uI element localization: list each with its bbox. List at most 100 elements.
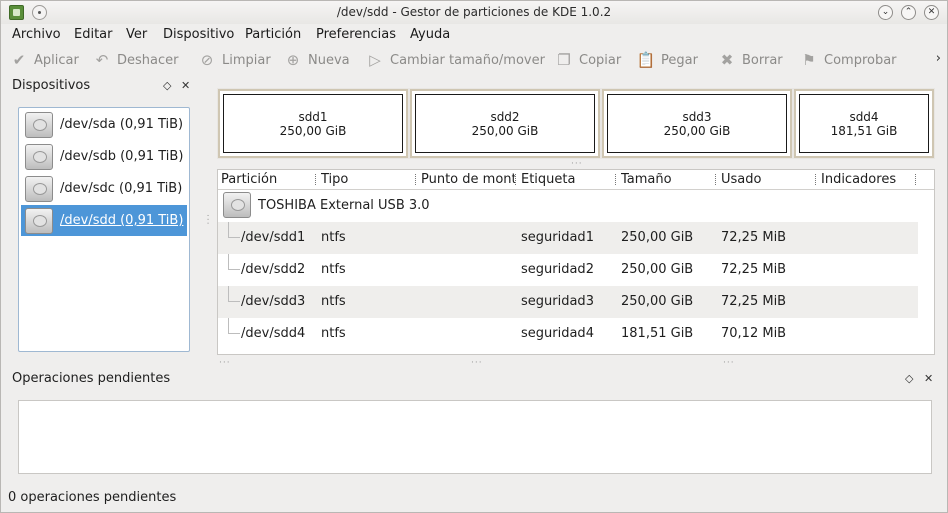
undo-label: Deshacer <box>117 52 179 68</box>
delete-label: Borrar <box>742 52 783 68</box>
cell-type: ntfs <box>321 262 346 277</box>
menu-preferencias[interactable]: Preferencias <box>316 27 396 42</box>
new-label: Nueva <box>308 52 350 68</box>
column-separator[interactable] <box>315 174 317 185</box>
toolbar: ✔ Aplicar ↶ Deshacer ⊘ Limpiar ⊕ Nueva ▷… <box>1 46 947 73</box>
menu-ayuda[interactable]: Ayuda <box>410 27 450 42</box>
cell-type: ntfs <box>321 294 346 309</box>
minimize-button[interactable]: ⌄ <box>878 5 893 20</box>
column-header-tipo[interactable]: Tipo <box>321 172 415 187</box>
column-separator[interactable] <box>615 174 617 185</box>
tree-branch-line <box>228 222 240 238</box>
chevron-down-icon: ⌄ <box>881 7 890 17</box>
cell-partition: /dev/sdd4 <box>241 326 306 341</box>
clear-label: Limpiar <box>222 52 271 68</box>
device-list[interactable]: /dev/sda (0,91 TiB) /dev/sdb (0,91 TiB) … <box>18 107 190 352</box>
harddisk-icon <box>25 143 53 170</box>
partition-block-size: 250,00 GiB <box>471 123 539 138</box>
column-separator[interactable] <box>915 174 917 185</box>
table-row[interactable]: /dev/sdd2 ntfs seguridad2 250,00 GiB 72,… <box>218 254 918 286</box>
check-button[interactable]: ⚑ Comprobar <box>800 49 897 71</box>
column-separator[interactable] <box>415 174 417 185</box>
partition-block-sdd3[interactable]: sdd3 250,00 GiB <box>602 89 792 158</box>
column-separator[interactable] <box>515 174 517 185</box>
check-label: Comprobar <box>824 52 897 68</box>
cell-partition: /dev/sdd1 <box>241 230 306 245</box>
tree-branch-line <box>228 286 240 302</box>
column-header-punto-montaje[interactable]: Punto de mont <box>421 172 515 187</box>
cell-size: 250,00 GiB <box>621 294 694 309</box>
cell-type: ntfs <box>321 230 346 245</box>
resize-move-button[interactable]: ▷ Cambiar tamaño/mover <box>366 49 545 71</box>
paste-button[interactable]: 📋 Pegar <box>637 49 698 71</box>
pending-operations-list[interactable] <box>18 400 932 474</box>
title-bar[interactable]: /dev/sdd - Gestor de particiones de KDE … <box>1 1 947 24</box>
paste-label: Pegar <box>661 52 698 68</box>
dock-close-icon[interactable]: ✕ <box>924 372 933 385</box>
clear-button[interactable]: ⊘ Limpiar <box>198 49 271 71</box>
new-button[interactable]: ⊕ Nueva <box>284 49 350 71</box>
clear-icon: ⊘ <box>200 51 214 69</box>
window-title: /dev/sdd - Gestor de particiones de KDE … <box>336 5 612 19</box>
copy-button[interactable]: ❐ Copiar <box>555 49 621 71</box>
splitter-handle[interactable]: ··· <box>219 358 231 368</box>
table-row-device[interactable]: TOSHIBA External USB 3.0 <box>218 190 918 222</box>
undo-icon: ↶ <box>95 51 109 69</box>
partition-block-sdd2[interactable]: sdd2 250,00 GiB <box>410 89 600 158</box>
close-icon: ✕ <box>927 7 936 17</box>
dock-close-icon[interactable]: ✕ <box>181 79 190 92</box>
devices-dock-title: Dispositivos <box>12 78 91 93</box>
column-separator[interactable] <box>715 174 717 185</box>
delete-icon: ✖ <box>720 51 734 69</box>
cell-used: 70,12 MiB <box>721 326 787 341</box>
close-button[interactable]: ✕ <box>924 5 939 20</box>
column-separator[interactable] <box>815 174 817 185</box>
splitter-handle[interactable]: ··· <box>571 159 583 169</box>
column-header-tamano[interactable]: Tamaño <box>621 172 715 187</box>
partition-table: Partición Tipo Punto de mont Etiqueta Ta… <box>217 169 935 355</box>
pending-dock-title: Operaciones pendientes <box>12 371 171 386</box>
copy-label: Copiar <box>579 52 622 68</box>
partition-block-name: sdd1 <box>298 109 328 124</box>
partition-block-name: sdd3 <box>682 109 712 124</box>
device-item-sdd[interactable]: /dev/sdd (0,91 TiB) <box>21 205 187 236</box>
maximize-button[interactable]: ⌃ <box>901 5 916 20</box>
dock-float-icon[interactable]: ◇ <box>905 372 913 385</box>
device-item-sda[interactable]: /dev/sda (0,91 TiB) <box>21 109 187 140</box>
device-item-sdb[interactable]: /dev/sdb (0,91 TiB) <box>21 141 187 172</box>
column-header-etiqueta[interactable]: Etiqueta <box>521 172 615 187</box>
splitter-handle[interactable]: ··· <box>471 358 483 368</box>
menu-archivo[interactable]: Archivo <box>12 27 61 42</box>
column-header-particion[interactable]: Partición <box>221 172 315 187</box>
delete-button[interactable]: ✖ Borrar <box>718 49 783 71</box>
device-label: /dev/sdb (0,91 TiB) <box>60 149 184 164</box>
table-row[interactable]: /dev/sdd4 ntfs seguridad4 181,51 GiB 70,… <box>218 318 918 350</box>
device-item-sdc[interactable]: /dev/sdc (0,91 TiB) <box>21 173 187 204</box>
cell-label: seguridad3 <box>521 294 594 309</box>
new-partition-icon: ⊕ <box>286 51 300 69</box>
menu-particion[interactable]: Partición <box>245 27 301 42</box>
apply-button[interactable]: ✔ Aplicar <box>10 49 79 71</box>
table-row[interactable]: /dev/sdd1 ntfs seguridad1 250,00 GiB 72,… <box>218 222 918 254</box>
column-header-usado[interactable]: Usado <box>721 172 815 187</box>
partition-block-size: 250,00 GiB <box>279 123 347 138</box>
menu-ver[interactable]: Ver <box>126 27 147 42</box>
cell-size: 250,00 GiB <box>621 262 694 277</box>
partition-block-sdd1[interactable]: sdd1 250,00 GiB <box>218 89 408 158</box>
main-window: /dev/sdd - Gestor de particiones de KDE … <box>0 0 948 513</box>
splitter-handle[interactable]: ··· <box>723 358 735 368</box>
menu-editar[interactable]: Editar <box>74 27 113 42</box>
dock-float-icon[interactable]: ◇ <box>163 79 171 92</box>
partition-block-sdd4[interactable]: sdd4 181,51 GiB <box>794 89 934 158</box>
toolbar-overflow-button[interactable]: › <box>936 51 941 66</box>
cell-label: seguridad1 <box>521 230 594 245</box>
flag-icon: ⚑ <box>802 51 816 69</box>
partition-graph: sdd1 250,00 GiB sdd2 250,00 GiB sdd3 250,00… <box>217 88 935 159</box>
splitter-handle[interactable]: ··· <box>202 214 212 226</box>
harddisk-icon <box>25 175 53 202</box>
menu-dispositivo[interactable]: Dispositivo <box>163 27 234 42</box>
column-header-indicadores[interactable]: Indicadores <box>821 172 915 187</box>
undo-button[interactable]: ↶ Deshacer <box>93 49 179 71</box>
table-row[interactable]: /dev/sdd3 ntfs seguridad3 250,00 GiB 72,… <box>218 286 918 318</box>
resize-icon: ▷ <box>369 51 381 69</box>
